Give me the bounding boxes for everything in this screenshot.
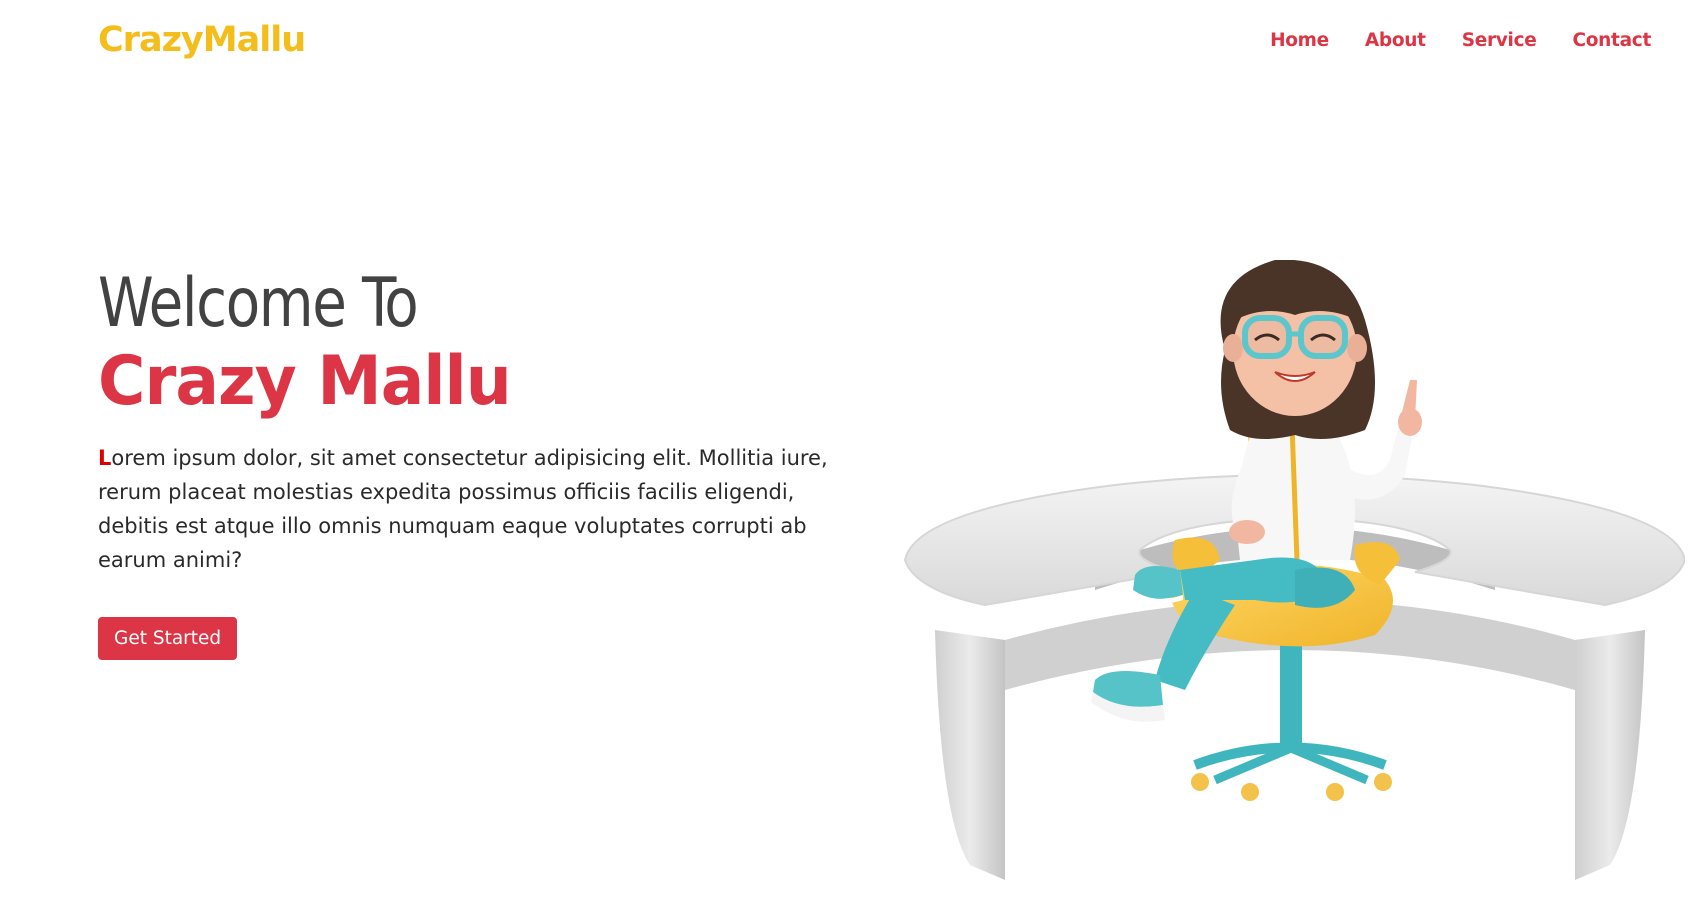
- girl-on-chair-illustration: [903, 259, 1687, 880]
- nav-link-service[interactable]: Service: [1462, 30, 1537, 51]
- get-started-button[interactable]: Get Started: [98, 617, 238, 661]
- hero-heading: Welcome To: [98, 264, 878, 343]
- hero-description-text: orem ipsum dolor, sit amet consectetur a…: [98, 446, 828, 573]
- hero-heading-line1: Welcome To: [98, 264, 419, 343]
- hero-heading-line2: Crazy Mallu: [98, 342, 512, 422]
- nav-link-home[interactable]: Home: [1270, 30, 1329, 51]
- hero-illustration: [895, 259, 1687, 900]
- hero-description: Lorem ipsum dolor, sit amet consectetur …: [98, 441, 868, 577]
- hero-heading-brand: Crazy Mallu: [98, 342, 878, 422]
- nav-links: Home About Service Contact: [1270, 30, 1651, 51]
- nav-link-contact[interactable]: Contact: [1573, 30, 1652, 51]
- nav-link-about[interactable]: About: [1365, 30, 1426, 51]
- brand-logo[interactable]: CrazyMallu: [98, 20, 306, 60]
- hero-description-first-letter: L: [98, 446, 112, 471]
- hero-section: Welcome To Crazy Mallu Lorem ipsum dolor…: [98, 264, 878, 661]
- navbar: CrazyMallu Home About Service Contact: [0, 0, 1701, 90]
